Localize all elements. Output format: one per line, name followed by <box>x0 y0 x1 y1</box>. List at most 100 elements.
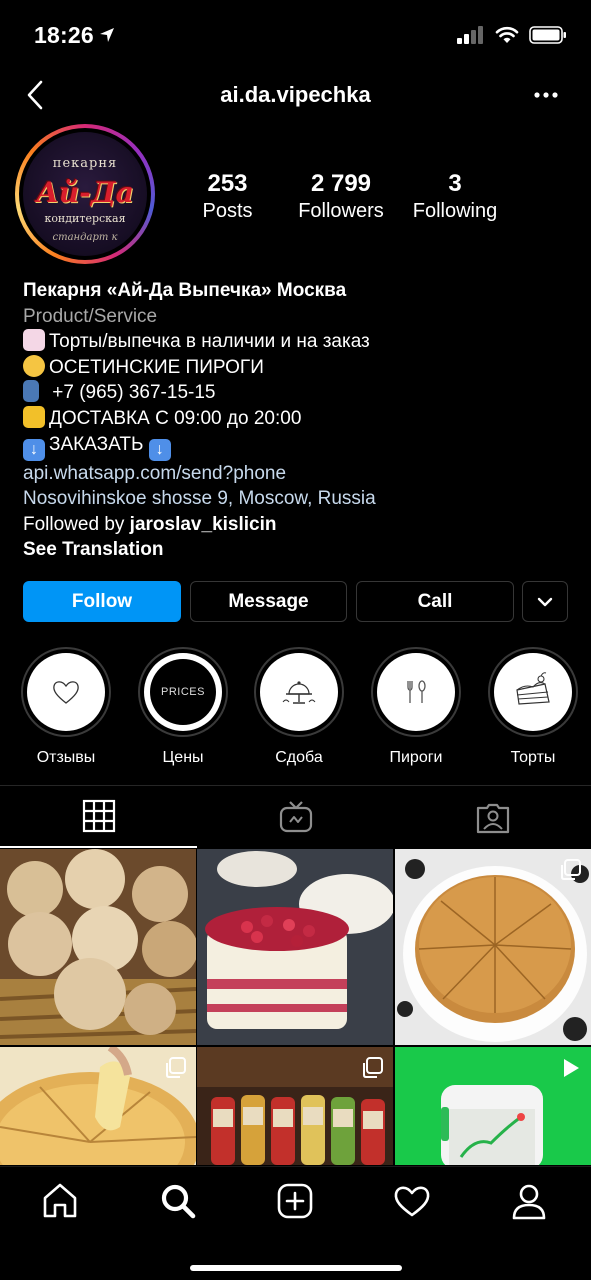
smiling-face-emoji-icon <box>23 354 45 377</box>
raspberry-cake-photo <box>197 849 393 1045</box>
bio-line-delivery: ДОСТАВКА С 09:00 до 20:00 <box>23 405 583 432</box>
stat-posts-count: 253 <box>207 170 248 197</box>
bio-line-phone: +7 (965) 367-15-15 <box>23 380 583 406</box>
call-button[interactable]: Call <box>356 581 514 622</box>
stat-following-label: Following <box>412 200 498 222</box>
heart-outline-icon <box>53 681 79 704</box>
profile-bio: Пекарня «Ай-Да Выпечка» Москва Product/S… <box>23 278 583 563</box>
bio-line-cakes-text: Торты/выпечка в наличии и на заказ <box>49 331 370 353</box>
highlight-label: Цены <box>162 749 204 766</box>
highlight-prices[interactable]: PRICES Цены <box>137 647 229 767</box>
followed-by[interactable]: Followed by jaroslav_kislicin <box>23 512 583 538</box>
profile-tabs <box>0 785 591 848</box>
highlight-cover <box>494 653 572 731</box>
activity-heart-icon[interactable] <box>392 1181 432 1221</box>
post-thumbnail-lemonade-bottles[interactable] <box>197 1047 393 1165</box>
followed-by-user: jaroslav_kislicin <box>129 513 277 535</box>
profile-display-name: Пекарня «Ай-Да Выпечка» Москва <box>23 280 347 301</box>
highlight-pastry[interactable]: Сдоба <box>253 647 345 767</box>
grid-icon <box>82 799 115 833</box>
story-ring[interactable]: пекарня Ай-Да кондитерская стандарт к <box>15 124 155 264</box>
post-thumbnail-cream-puffs[interactable] <box>0 849 196 1045</box>
stat-followers[interactable]: 2 799 Followers <box>288 170 394 223</box>
cake-stand-icon <box>282 681 316 704</box>
highlight-label: Отзывы <box>36 749 96 766</box>
avatar: пекарня Ай-Да кондитерская стандарт к <box>23 132 147 256</box>
status-bar: 18:26 <box>0 0 591 70</box>
birthday-cake-emoji-icon <box>23 329 45 352</box>
highlight-ring <box>21 647 111 737</box>
profile-icon[interactable] <box>509 1181 549 1221</box>
new-post-icon[interactable] <box>275 1181 315 1221</box>
tab-posts-grid[interactable] <box>0 786 197 848</box>
stat-followers-count: 2 799 <box>310 170 372 197</box>
signal-icon <box>457 26 483 44</box>
highlight-label: Сдоба <box>275 749 323 766</box>
logo-top-text: пекарня <box>52 156 118 171</box>
taxi-emoji-icon <box>23 405 45 428</box>
prices-badge-text: PRICES <box>161 686 205 698</box>
prices-badge: PRICES <box>150 659 216 725</box>
multiple-photos-icon <box>561 859 581 880</box>
stat-following-count: 3 <box>448 170 462 197</box>
bio-website-link[interactable]: api.whatsapp.com/send?phone <box>23 461 583 487</box>
search-icon[interactable] <box>158 1181 198 1221</box>
highlight-cover <box>260 653 338 731</box>
stat-posts[interactable]: 253 Posts <box>175 170 280 223</box>
stat-followers-label: Followers <box>298 200 384 222</box>
highlight-cover: PRICES <box>144 653 222 731</box>
post-thumbnail-ossetian-pie[interactable] <box>0 1047 196 1165</box>
highlight-label: Пироги <box>389 749 443 766</box>
tagged-icon <box>476 803 509 834</box>
highlight-ring: PRICES <box>138 647 228 737</box>
mobile-phone-emoji-icon <box>23 380 39 403</box>
highlight-ring <box>371 647 461 737</box>
post-thumbnail-raspberry-cake[interactable] <box>197 849 393 1045</box>
message-button[interactable]: Message <box>190 581 347 622</box>
location-arrow-icon <box>100 28 114 42</box>
bio-address-link[interactable]: Nosovihinskoe shosse 9, Moscow, Russia <box>23 486 583 512</box>
wifi-icon <box>495 26 519 43</box>
chevron-down-icon <box>537 597 553 606</box>
bottom-tab-bar <box>0 1166 591 1280</box>
bio-line-pies: ОСЕТИНСКИЕ ПИРОГИ <box>23 354 583 381</box>
see-translation-link[interactable]: See Translation <box>23 537 583 563</box>
bio-line-cakes: Торты/выпечка в наличии и на заказ <box>23 329 583 355</box>
avatar-frame: пекарня Ай-Да кондитерская стандарт к <box>19 128 151 260</box>
post-thumbnail-delivery-video[interactable] <box>395 1047 591 1165</box>
top-nav: ai.da.vipechka <box>0 70 591 120</box>
followed-by-prefix: Followed by <box>23 513 130 535</box>
down-arrow-emoji-icon: ↓ <box>148 438 171 461</box>
cutlery-icon <box>407 680 426 703</box>
igtv-icon <box>279 801 312 833</box>
tab-igtv[interactable] <box>197 786 394 848</box>
logo-bottom-text: стандарт к <box>52 232 118 243</box>
highlight-ring <box>488 647 578 737</box>
status-indicators <box>457 26 567 44</box>
multiple-photos-icon <box>166 1057 186 1078</box>
multiple-photos-icon <box>363 1057 383 1078</box>
highlight-label: Торты <box>510 749 556 766</box>
cream-puffs-photo <box>0 849 196 1045</box>
more-options-icon[interactable] <box>531 83 561 107</box>
profile-stats: 253 Posts 2 799 Followers 3 Following <box>175 170 591 230</box>
status-time: 18:26 <box>34 22 94 48</box>
post-thumbnail-honey-cake[interactable] <box>395 849 591 1045</box>
profile-username-title: ai.da.vipechka <box>220 82 371 107</box>
home-icon[interactable] <box>40 1181 80 1221</box>
suggested-accounts-button[interactable] <box>522 581 568 622</box>
stat-posts-label: Posts <box>202 200 253 222</box>
bio-line-pies-text: ОСЕТИНСКИЕ ПИРОГИ <box>49 356 264 378</box>
highlight-pies[interactable]: Пироги <box>370 647 462 767</box>
follow-button[interactable]: Follow <box>23 581 181 622</box>
logo-main-text: Ай-Да <box>36 176 134 209</box>
highlight-reviews[interactable]: Отзывы <box>20 647 112 767</box>
home-indicator <box>190 1265 402 1271</box>
highlight-cover <box>377 653 455 731</box>
logo-sub-text: кондитерская <box>44 212 126 225</box>
highlight-cakes[interactable]: Торты <box>487 647 579 767</box>
bio-line-delivery-text: ДОСТАВКА С 09:00 до 20:00 <box>49 407 302 429</box>
tab-tagged[interactable] <box>394 786 591 848</box>
stat-following[interactable]: 3 Following <box>405 170 505 223</box>
profile-category: Product/Service <box>23 305 158 327</box>
